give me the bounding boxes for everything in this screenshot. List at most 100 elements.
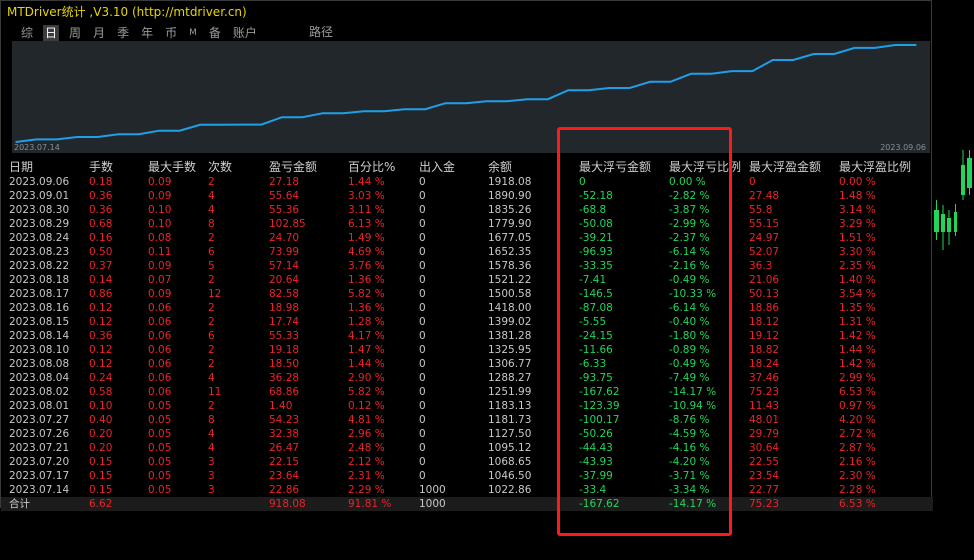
table-cell: 75.23	[749, 386, 780, 398]
table-row[interactable]: 2023.08.08 0.12 0.06 2 18.50 1.44 % 0 1306.77 -6…	[1, 357, 933, 371]
column-header[interactable]: 次数	[208, 159, 232, 175]
table-cell: 0	[419, 456, 426, 468]
tab-5[interactable]: 年	[139, 25, 155, 41]
chart-start-date: 2023.07.14	[14, 143, 60, 152]
table-cell: 4.20 %	[839, 414, 876, 426]
table-row[interactable]: 2023.08.16 0.12 0.06 2 18.98 1.36 % 0 1418.00 -8…	[1, 301, 933, 315]
table-cell: 2	[208, 232, 215, 244]
table-row[interactable]: 2023.08.22 0.37 0.09 5 57.14 3.76 % 0 1578.36 -3…	[1, 259, 933, 273]
table-cell: 1046.50	[488, 470, 532, 482]
table-row[interactable]: 2023.07.27 0.40 0.05 8 54.23 4.81 % 0 1181.73 -1…	[1, 413, 933, 427]
table-cell: 0.06	[148, 302, 172, 314]
table-cell: 68.86	[269, 386, 300, 398]
equity-point	[751, 70, 754, 72]
table-row[interactable]: 2023.08.23 0.50 0.11 6 73.99 4.69 % 0 1652.35 -9…	[1, 245, 933, 259]
column-header[interactable]: 出入金	[419, 159, 455, 175]
column-header[interactable]: 手数	[89, 159, 113, 175]
table-row[interactable]: 2023.08.04 0.24 0.06 4 36.28 2.90 % 0 1288.27 -9…	[1, 371, 933, 385]
table-cell: 22.86	[269, 484, 300, 496]
column-header[interactable]: 最大手数	[148, 159, 196, 175]
table-cell: 6.13 %	[348, 218, 385, 230]
table-cell: 19.12	[749, 330, 780, 342]
table-row[interactable]: 2023.07.26 0.20 0.05 4 32.38 2.96 % 0 1127.50 -5…	[1, 427, 933, 441]
equity-chart-svg	[15, 44, 917, 143]
column-header[interactable]: 盈亏金额	[269, 159, 317, 175]
table-row[interactable]: 2023.08.17 0.86 0.09 12 82.58 5.82 % 0 1500.58-…	[1, 287, 933, 301]
table-row[interactable]: 2023.08.02 0.58 0.06 11 68.86 5.82 % 0 1251.99-…	[1, 385, 933, 399]
background-candlesticks	[934, 150, 972, 250]
table-cell: 12	[208, 288, 222, 300]
table-row[interactable]: 2023.08.24 0.16 0.08 2 24.70 1.49 % 0 1677.05 -3…	[1, 231, 933, 245]
table-row[interactable]: 2023.07.20 0.15 0.05 3 22.15 2.12 % 0 1068.65 -4…	[1, 455, 933, 469]
table-row[interactable]: 2023.08.15 0.12 0.06 2 17.74 1.28 % 0 1399.02 -5…	[1, 315, 933, 329]
tab-9[interactable]: 账户	[231, 25, 259, 41]
table-cell: 0	[419, 190, 426, 202]
column-header[interactable]: 日期	[9, 159, 33, 175]
table-row[interactable]: 2023.07.21 0.20 0.05 4 26.47 2.48 % 0 1095.12 -4…	[1, 441, 933, 455]
equity-series-line	[15, 44, 916, 143]
column-header[interactable]: 余额	[488, 159, 512, 175]
table-cell: 1306.77	[488, 358, 532, 370]
table-cell: 18.12	[749, 316, 780, 328]
table-row[interactable]: 2023.08.30 0.36 0.10 4 55.36 3.11 % 0 1835.26 -6…	[1, 203, 933, 217]
table-cell: 3	[208, 484, 215, 496]
tab-8[interactable]: 备	[207, 25, 223, 41]
equity-point	[342, 112, 345, 115]
table-cell: 6.53 %	[839, 386, 876, 398]
equity-point	[465, 102, 467, 104]
tab-path[interactable]: 路径	[307, 24, 335, 40]
table-cell: 1.44 %	[839, 344, 876, 356]
total-cell: 1000	[419, 498, 446, 510]
table-cell: 30.64	[749, 442, 780, 454]
tab-4[interactable]: 季	[115, 25, 131, 41]
table-cell: 1022.86	[488, 484, 532, 496]
table-cell: 4	[208, 204, 215, 216]
table-cell: 32.38	[269, 428, 300, 440]
table-cell: 1578.36	[488, 260, 532, 272]
table-row[interactable]: 2023.07.17 0.15 0.05 3 23.64 2.31 % 0 1046.50 -3…	[1, 469, 933, 483]
table-cell: 0.58	[89, 386, 113, 398]
table-cell: 2	[208, 344, 215, 356]
tab-1[interactable]: 日	[43, 25, 60, 41]
table-row[interactable]: 2023.08.14 0.36 0.06 6 55.33 4.17 % 0 1381.28 -2…	[1, 329, 933, 343]
column-header[interactable]: 最大浮盈比例	[839, 159, 911, 175]
tab-2[interactable]: 周	[67, 25, 83, 41]
table-cell: 18.50	[269, 358, 300, 370]
table-row[interactable]: 2023.08.01 0.10 0.05 2 1.40 0.12 % 0 1183.13 -12…	[1, 399, 933, 413]
column-header[interactable]: 百分比%	[348, 159, 395, 175]
equity-point	[587, 89, 590, 92]
table-cell: 0.05	[148, 484, 172, 496]
table-cell: 3.76 %	[348, 260, 385, 272]
table-row[interactable]: 2023.07.14 0.15 0.05 3 22.86 2.29 % 1000 1022.8…	[1, 483, 933, 497]
equity-point	[301, 116, 304, 118]
table-cell: 0.05	[148, 414, 172, 426]
table-row[interactable]: 2023.09.06 0.18 0.09 2 27.18 1.44 % 0 1918.08 0 0…	[1, 175, 933, 189]
table-cell: 2023.08.17	[9, 288, 70, 300]
table-row[interactable]: 2023.08.10 0.12 0.06 2 19.18 1.47 % 0 1325.95 -1…	[1, 343, 933, 357]
tab-0[interactable]: 综	[19, 25, 35, 41]
table-cell: 3.54 %	[839, 288, 876, 300]
column-header[interactable]: 最大浮盈金额	[749, 159, 821, 175]
table-row[interactable]: 2023.08.29 0.68 0.10 8 102.85 6.13 % 0 1779.90-…	[1, 217, 933, 231]
table-cell: 0.10	[89, 400, 113, 412]
table-cell: 8	[208, 218, 215, 230]
table-cell: 1.51 %	[839, 232, 876, 244]
tab-7[interactable]: M	[187, 25, 199, 41]
table-row[interactable]: 2023.09.01 0.36 0.09 4 55.64 3.03 % 0 1890.90 -5…	[1, 189, 933, 203]
tab-3[interactable]: 月	[91, 25, 107, 41]
equity-point	[219, 123, 222, 126]
table-row[interactable]: 2023.08.18 0.14 0.07 2 20.64 1.36 % 0 1521.22 -7…	[1, 273, 933, 287]
table-cell: 2.99 %	[839, 372, 876, 384]
table-cell: 22.15	[269, 456, 300, 468]
period-tabs: 综日周月季年币 M 备账户	[19, 24, 267, 42]
table-cell: 11.43	[749, 400, 780, 412]
table-cell: 0	[419, 246, 426, 258]
table-cell: 0	[419, 274, 426, 286]
table-cell: 3.14 %	[839, 204, 876, 216]
table-cell: 4	[208, 190, 215, 202]
table-cell: 0.05	[148, 428, 172, 440]
table-cell: 18.24	[749, 358, 780, 370]
table-cell: 1.49 %	[348, 232, 385, 244]
table-cell: 37.46	[749, 372, 780, 384]
tab-6[interactable]: 币	[163, 25, 179, 41]
